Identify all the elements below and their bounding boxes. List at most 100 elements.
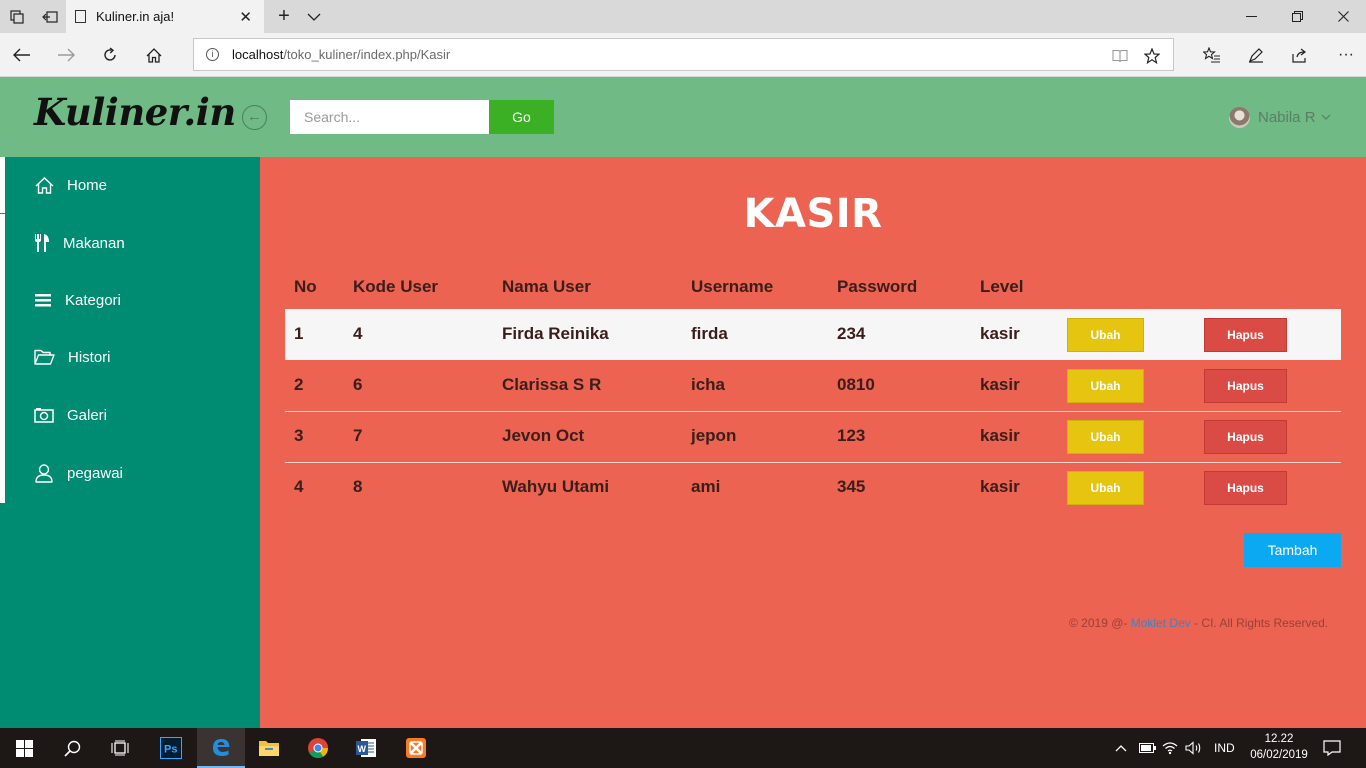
minimize-icon [1245, 15, 1257, 17]
back-button[interactable] [2, 33, 42, 77]
close-window-button[interactable] [1320, 0, 1366, 33]
edge-icon [213, 739, 230, 756]
more-menu-icon[interactable]: ··· [1326, 33, 1366, 77]
site-info-icon[interactable]: i [206, 48, 219, 61]
search-go-button[interactable]: Go [489, 100, 554, 134]
taskbar-app-edge[interactable] [197, 728, 245, 768]
svg-text:Ps: Ps [164, 744, 177, 756]
cell-no: 4 [294, 477, 304, 496]
cell-kode-user: 8 [353, 477, 363, 496]
edit-button[interactable]: Ubah [1067, 471, 1144, 505]
column-header-nama-user: Nama User [502, 277, 591, 296]
chevron-down-icon [307, 13, 321, 21]
restore-tabs-icon[interactable] [33, 0, 66, 33]
avatar [1229, 106, 1250, 128]
user-menu[interactable]: Nabila R [1229, 105, 1331, 129]
delete-button[interactable]: Hapus [1204, 471, 1287, 505]
taskbar: Ps W IND 12.22 06/02/2019 [0, 728, 1366, 768]
notifications-icon[interactable] [1323, 728, 1341, 768]
refresh-button[interactable] [90, 33, 130, 77]
taskbar-app-photoshop[interactable]: Ps [147, 728, 195, 768]
minimize-button[interactable] [1228, 0, 1274, 33]
delete-button[interactable]: Hapus [1204, 369, 1287, 403]
star-icon [1144, 47, 1160, 64]
taskbar-app-word[interactable]: W [342, 728, 390, 768]
cell-no: 2 [294, 375, 304, 394]
edit-button[interactable]: Ubah [1067, 420, 1144, 454]
cell-password: 123 [837, 426, 866, 445]
taskbar-app-explorer[interactable] [245, 728, 293, 768]
favorites-list-icon [1203, 47, 1220, 63]
start-button[interactable] [0, 728, 48, 768]
app-logo[interactable]: Kuliner.in [34, 90, 236, 134]
user-name: Nabila R [1258, 108, 1316, 126]
table-row: 1 4 Firda Reinika firda 234 kasir Ubah H… [285, 309, 1341, 360]
restore-button[interactable] [1274, 0, 1320, 33]
wifi-icon[interactable] [1162, 728, 1178, 768]
taskbar-app-xampp[interactable] [392, 728, 440, 768]
sidebar-item-label: Home [67, 176, 108, 194]
cell-username: firda [691, 324, 728, 343]
page-title: KASIR [743, 191, 883, 237]
volume-icon[interactable] [1185, 728, 1202, 768]
show-hidden-icons-chevron-icon[interactable] [1115, 728, 1127, 768]
footer-copyright: © 2019 @- Moklet Dev - CI. All Rights Re… [1069, 616, 1328, 630]
sidebar: Home Makanan Kategori Histori Galeri peg… [0, 157, 260, 728]
edit-button[interactable]: Ubah [1067, 318, 1144, 352]
search-input[interactable] [290, 100, 489, 134]
column-header-username: Username [691, 277, 774, 296]
chrome-icon [308, 738, 329, 759]
tab-actions-icon[interactable] [0, 0, 33, 33]
home-browser-button[interactable] [134, 33, 174, 77]
url-bar[interactable]: i localhost/toko_kuliner/index.php/Kasir [193, 38, 1174, 71]
sidebar-item-label: Makanan [63, 234, 125, 252]
photoshop-icon: Ps [160, 737, 182, 759]
address-toolbar: i localhost/toko_kuliner/index.php/Kasir… [0, 33, 1366, 77]
reading-view-icon[interactable] [1112, 39, 1128, 72]
sidebar-item-label: Kategori [65, 291, 121, 309]
favorites-hub-button[interactable] [1192, 33, 1232, 77]
battery-icon[interactable] [1139, 728, 1156, 768]
close-icon [1337, 11, 1349, 22]
arrow-right-icon [58, 48, 75, 62]
edit-button[interactable]: Ubah [1067, 369, 1144, 403]
cell-username: ami [691, 477, 721, 496]
sidebar-item-pegawai[interactable]: pegawai [34, 461, 123, 485]
camera-icon [34, 405, 54, 425]
forward-button[interactable] [46, 33, 86, 77]
sidebar-edge [0, 157, 5, 503]
file-explorer-icon [259, 741, 279, 756]
system-clock[interactable]: 12.22 06/02/2019 [1248, 731, 1310, 763]
taskbar-app-chrome[interactable] [294, 728, 342, 768]
xampp-icon [406, 738, 426, 758]
language-indicator[interactable]: IND [1214, 728, 1235, 768]
sidebar-item-home[interactable]: Home [34, 173, 107, 197]
sidebar-item-galeri[interactable]: Galeri [34, 403, 107, 427]
tab-list-chevron-icon[interactable] [300, 0, 328, 33]
column-header-level: Level [980, 277, 1024, 296]
svg-text:W: W [358, 744, 367, 754]
pen-icon [1248, 48, 1263, 63]
share-button[interactable] [1280, 33, 1320, 77]
sidebar-item-histori[interactable]: Histori [34, 345, 111, 369]
footer-link[interactable]: Moklet Dev [1131, 616, 1191, 630]
add-button[interactable]: Tambah [1244, 533, 1341, 567]
new-tab-icon[interactable]: + [270, 0, 298, 33]
delete-button[interactable]: Hapus [1204, 420, 1287, 454]
sidebar-toggle-arrow-icon[interactable]: ← [242, 105, 267, 130]
close-tab-icon[interactable]: ✕ [239, 8, 252, 26]
search-taskbar-button[interactable] [48, 728, 96, 768]
favorite-star-icon[interactable] [1144, 39, 1160, 72]
delete-button[interactable]: Hapus [1204, 318, 1287, 352]
sidebar-item-makanan[interactable]: Makanan [34, 231, 125, 255]
tab-active[interactable]: Kuliner.in aja! ✕ [66, 0, 264, 33]
task-view-button[interactable] [96, 728, 144, 768]
sidebar-item-kategori[interactable]: Kategori [34, 288, 121, 312]
word-icon: W [356, 739, 376, 757]
cell-username: icha [691, 375, 726, 394]
notes-button[interactable] [1236, 33, 1276, 77]
cell-password: 345 [837, 477, 866, 496]
cell-level: kasir [980, 426, 1020, 445]
cell-nama-user: Jevon Oct [502, 426, 585, 445]
tabs-back-icon [41, 10, 58, 23]
